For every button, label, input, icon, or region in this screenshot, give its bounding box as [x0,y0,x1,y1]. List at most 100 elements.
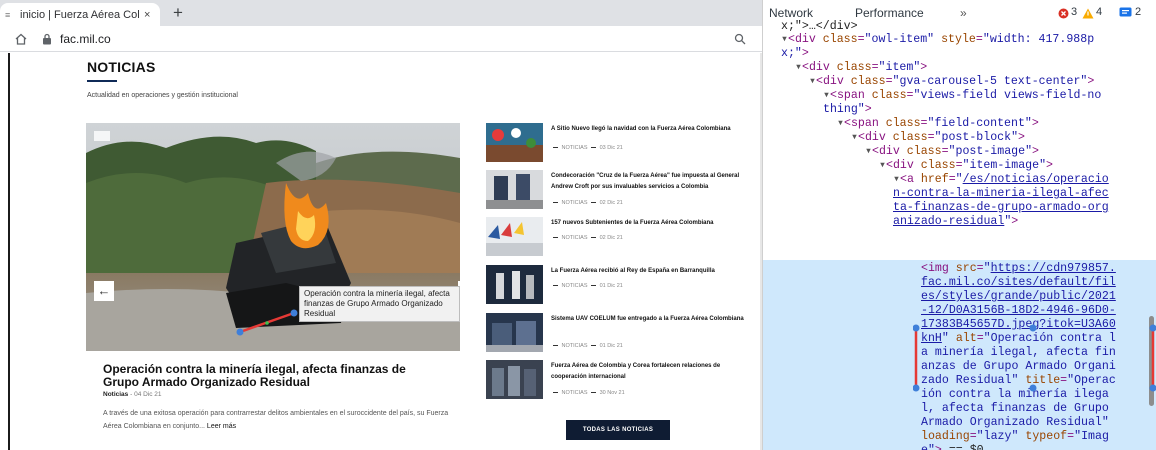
summary-text: A través de una exitosa operación para c… [103,410,449,430]
dom-node-line[interactable]: x;"> [781,47,809,61]
side-news-date: 03 Dic 21 [599,145,623,151]
tab-network[interactable]: Network [769,6,813,20]
side-news-thumbnail[interactable] [486,360,543,399]
dom-node-line[interactable]: n-contra-la-mineria-ilegal-afec [893,187,1109,201]
main-article-meta: Noticias - 04 Dic 21 [103,391,162,398]
dom-node-line[interactable]: thing"> [823,103,872,117]
side-news-category[interactable]: NOTICIAS [562,283,588,289]
side-news-item[interactable]: La Fuerza Aérea recibió al Rey de España… [486,265,756,305]
side-news-title[interactable]: A Sitio Nuevo llegó la navidad con la Fu… [551,124,756,135]
side-news-title[interactable]: La Fuerza Aérea recibió al Rey de España… [551,266,756,277]
side-news-category[interactable]: NOTICIAS [562,235,588,241]
side-news-thumbnail[interactable] [486,217,543,256]
dom-node-line[interactable]: ▾<a href="/es/noticias/operacio [893,173,1109,187]
side-news-title[interactable]: 157 nuevos Subtenientes de la Fuerza Aér… [551,218,756,229]
tab-performance[interactable]: Performance [855,6,924,20]
annotation-box [913,324,1156,392]
url-field[interactable]: fac.mil.co [60,32,111,46]
meta-dash [591,284,597,287]
read-more-link[interactable]: Leer más [207,423,236,430]
issues-counter[interactable]: 3 4 [1056,4,1111,22]
more-tabs-icon[interactable]: » [960,6,967,20]
section-subtitle: Actualidad en operaciones y gestión inst… [87,92,238,99]
section-underline [87,80,117,82]
side-news-item[interactable]: Sistema UAV COELUM fue entregado a la Fu… [486,313,756,353]
side-news-category[interactable]: NOTICIAS [562,145,588,151]
side-news-meta: NOTICIAS 02 Dic 21 [551,200,623,206]
lock-icon[interactable] [42,33,52,45]
dom-node-line[interactable]: ▾<div class="gva-carousel-5 text-center"… [809,75,1094,89]
tab-close-button[interactable]: × [144,9,150,21]
main-article-category[interactable]: Noticias [103,391,128,398]
side-news-meta: NOTICIAS 01 Dic 21 [551,283,623,289]
dom-node-line[interactable]: <img src="https://cdn979857. [921,262,1116,276]
dom-node-line[interactable]: anizado-residual"> [893,215,1018,229]
side-news-thumbnail[interactable] [486,123,543,162]
dom-node-line[interactable]: ta-finanzas-de-grupo-armado-org [893,201,1109,215]
address-bar: fac.mil.co [0,26,762,52]
side-news-category[interactable]: NOTICIAS [562,343,588,349]
main-article-date: - 04 Dic 21 [128,391,162,398]
side-news-item[interactable]: Fuerza Aérea de Colombia y Corea fortale… [486,360,756,400]
carousel-prev-button[interactable]: ← [94,281,114,301]
side-news-meta: NOTICIAS 02 Dic 21 [551,235,623,241]
main-article-card[interactable]: Operación contra la minería ilegal, afec… [86,351,460,450]
meta-dash [553,284,558,287]
side-news-date: 30 Nov 21 [599,390,625,396]
side-news-date: 01 Dic 21 [599,283,623,289]
side-news-meta: NOTICIAS 30 Nov 21 [551,390,625,396]
tab-title: inicio | Fuerza Aérea Colombia [20,8,140,21]
main-article-title[interactable]: Operación contra la minería ilegal, afec… [103,363,443,389]
dom-node-line[interactable]: ▾<div class="item"> [795,61,927,75]
side-news-title[interactable]: Condecoración "Cruz de la Fuerza Aérea" … [551,171,756,193]
dom-node-line[interactable]: loading="lazy" typeof="Imag [921,430,1109,444]
dom-node-line[interactable]: ▾<div class="post-block"> [851,131,1025,145]
side-news-meta: NOTICIAS 03 Dic 21 [551,145,623,151]
page-viewport: NOTICIAS Actualidad en operaciones y ges… [0,53,762,450]
dom-node-line[interactable]: Armado Organizado Residual" [921,416,1109,430]
warning-count: 4 [1096,6,1103,18]
dom-node-line[interactable]: ▾<span class="views-field views-field-no [823,89,1101,103]
warning-icon [1082,8,1094,19]
side-news-item[interactable]: 157 nuevos Subtenientes de la Fuerza Aér… [486,217,756,257]
dom-node-line[interactable]: fac.mil.co/sites/default/fil [921,276,1116,290]
side-news-item[interactable]: A Sitio Nuevo llegó la navidad con la Fu… [486,123,756,163]
side-news-title[interactable]: Fuerza Aérea de Colombia y Corea fortale… [551,361,756,383]
dom-node-line[interactable]: ▾<div class="owl-item" style="width: 417… [781,33,1094,47]
page-margin [0,53,8,450]
dom-node-line[interactable]: x;">…</div> [781,20,858,34]
dom-node-line[interactable]: ▾<div class="post-image"> [865,145,1039,159]
side-news-date: 02 Dic 21 [599,235,623,241]
home-icon[interactable] [14,32,28,46]
side-news-category[interactable]: NOTICIAS [562,200,588,206]
meta-dash [591,236,597,239]
side-news-title[interactable]: Sistema UAV COELUM fue entregado a la Fu… [551,314,756,325]
new-tab-button[interactable]: + [168,3,188,23]
dom-node-line[interactable]: es/styles/grande/public/2021 [921,290,1116,304]
meta-dash [553,236,558,239]
meta-dash [591,146,597,149]
all-news-button[interactable]: TODAS LAS NOTICIAS [566,420,670,440]
side-news-thumbnail[interactable] [486,170,543,209]
zoom-icon[interactable] [734,33,746,45]
side-news-thumbnail[interactable] [486,265,543,304]
image-tooltip: Operación contra la minería ilegal, afec… [299,286,460,322]
browser-tab[interactable]: ≡ inicio | Fuerza Aérea Colombia × [0,3,160,26]
side-news-date: 01 Dic 21 [599,343,623,349]
dom-node-line[interactable]: ▾<span class="field-content"> [837,117,1039,131]
side-news-item[interactable]: Condecoración "Cruz de la Fuerza Aérea" … [486,170,756,210]
elements-tree: x;">…</div> ▾<div class="owl-item" style… [763,20,1156,450]
side-news-date: 02 Dic 21 [599,200,623,206]
side-news-category[interactable]: NOTICIAS [562,390,588,396]
dom-node-line[interactable]: l, afecta finanzas de Grupo [921,402,1109,416]
side-news-thumbnail[interactable] [486,313,543,352]
dom-node-line[interactable]: e"> == $0 [921,444,984,450]
messages-counter[interactable]: 2 [1115,4,1156,22]
dom-node-line[interactable]: ▾<div class="item-image"> [879,159,1053,173]
browser-tabstrip: ≡ inicio | Fuerza Aérea Colombia × + [0,0,762,26]
meta-dash [553,344,558,347]
favicon-icon: ≡ [5,9,11,20]
section-title: NOTICIAS [87,59,156,75]
dom-node-line[interactable]: -12/D0A3156B-18D2-4946-96D0- [921,304,1116,318]
main-article-summary: A través de una exitosa operación para c… [103,407,453,433]
